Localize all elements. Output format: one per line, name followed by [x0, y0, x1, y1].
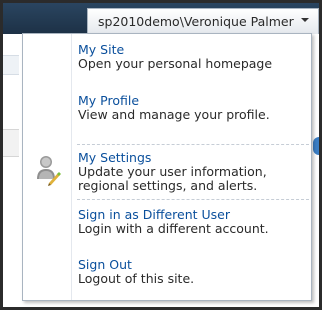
menu-separator	[77, 199, 309, 200]
chevron-down-icon	[301, 18, 309, 22]
menu-item-description: View and manage your profile.	[78, 107, 270, 122]
window-frame: sp2010demo\Veronique Palmer My Site Open…	[3, 3, 319, 307]
menu-item-title: Sign Out	[78, 257, 132, 272]
menu-item-description-line: regional settings, and alerts.	[78, 178, 258, 193]
menu-item-description-line: Update your user information,	[78, 164, 267, 179]
page-background-button	[313, 137, 319, 155]
user-menu-button[interactable]: sp2010demo\Veronique Palmer	[87, 8, 319, 34]
menu-item-my-settings[interactable]: My Settings Update your user information…	[23, 150, 311, 193]
menu-item-description: Logout of this site.	[78, 271, 195, 286]
menu-separator	[77, 144, 309, 145]
page-background-strip	[3, 129, 19, 157]
menu-item-title: My Site	[78, 42, 125, 57]
menu-item-sign-in-different-user[interactable]: Sign in as Different User Login with a d…	[23, 207, 311, 236]
menu-item-title: Sign in as Different User	[78, 207, 230, 222]
menu-item-title: My Settings	[78, 150, 152, 165]
menu-item-sign-out[interactable]: Sign Out Logout of this site.	[23, 257, 311, 286]
menu-item-my-profile[interactable]: My Profile View and manage your profile.	[23, 93, 311, 122]
menu-item-description: Login with a different account.	[78, 221, 269, 236]
page-background-strip	[3, 55, 19, 75]
menu-item-description: Open your personal homepage	[78, 56, 273, 71]
user-name-label: sp2010demo\Veronique Palmer	[98, 14, 294, 29]
user-dropdown-menu: My Site Open your personal homepage My P…	[22, 33, 312, 301]
menu-item-title: My Profile	[78, 93, 140, 108]
menu-item-my-site[interactable]: My Site Open your personal homepage	[23, 42, 311, 71]
